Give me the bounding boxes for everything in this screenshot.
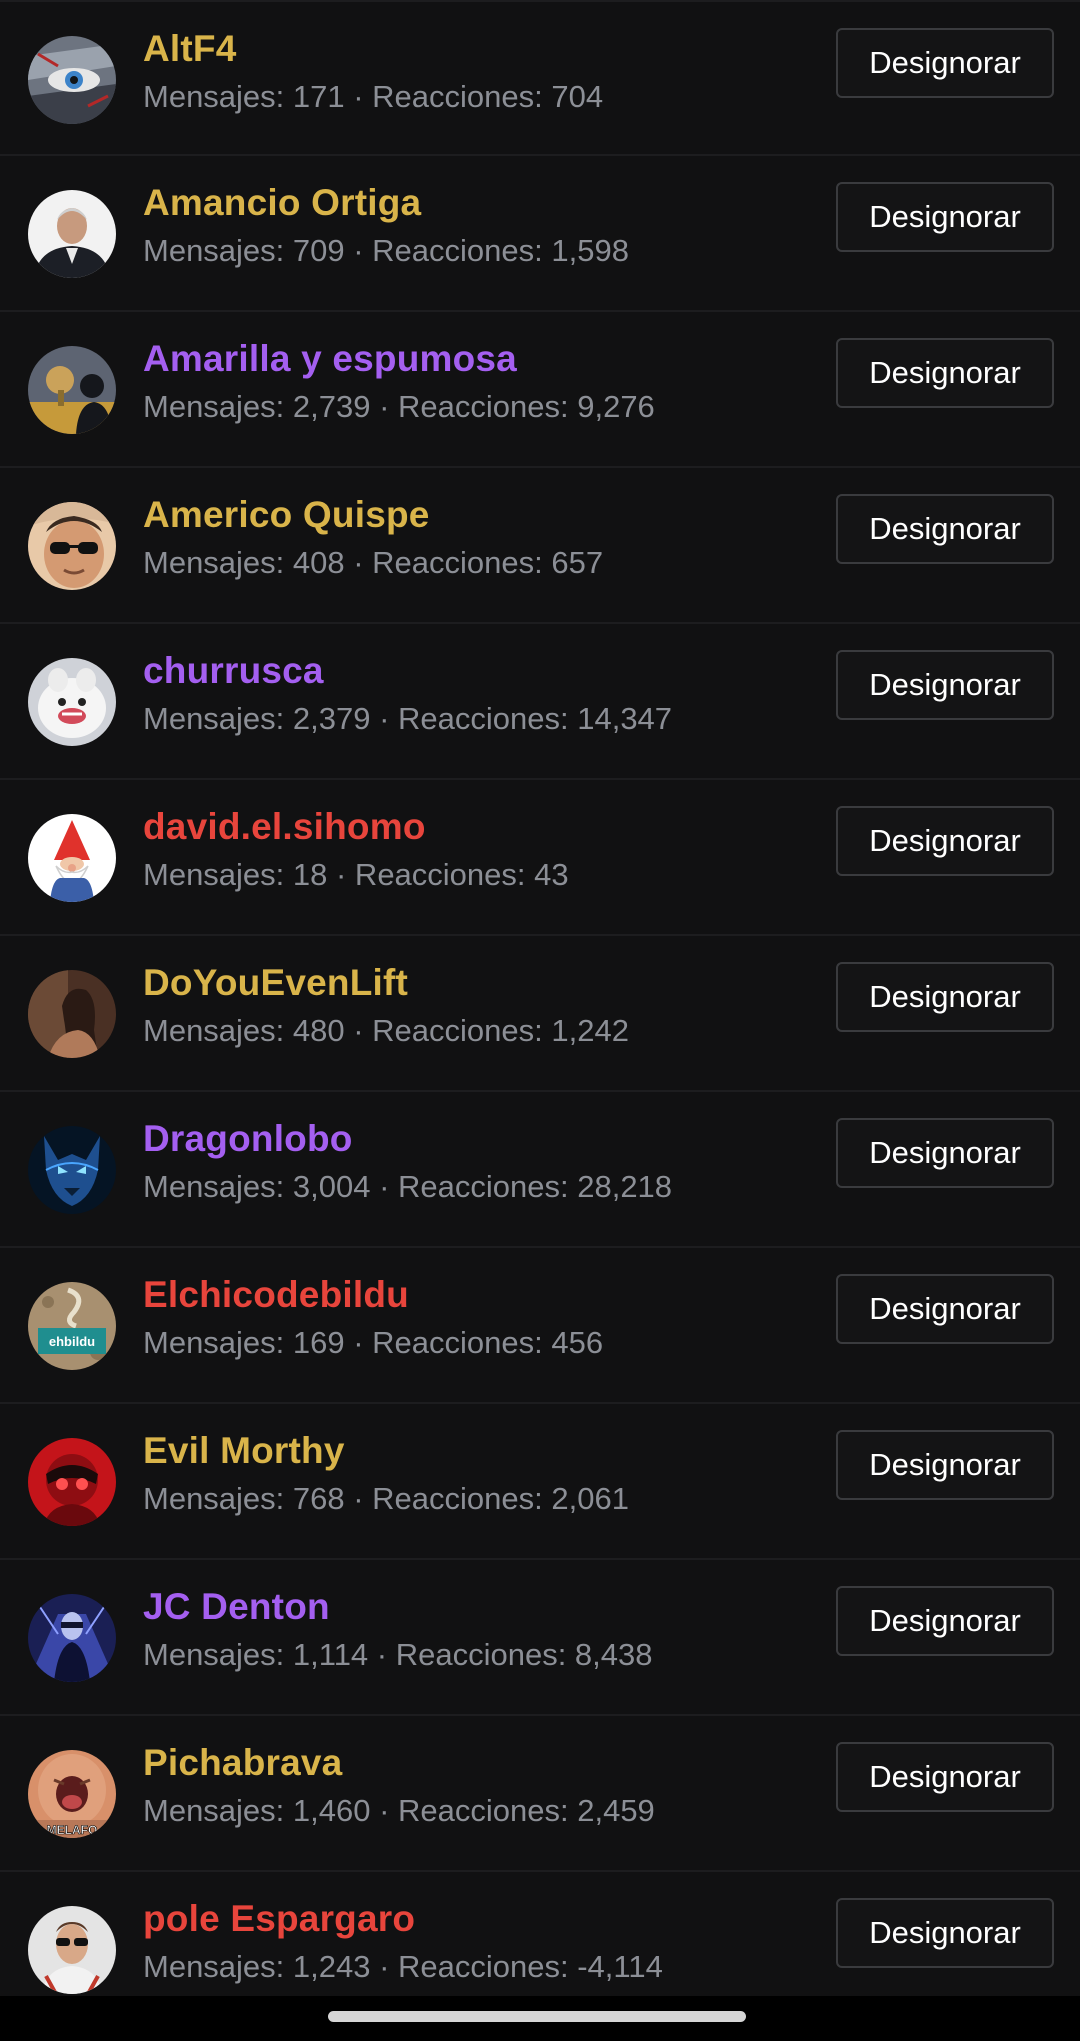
username[interactable]: david.el.sihomo: [143, 806, 426, 848]
user-stats: Mensajes: 169 · Reacciones: 456: [143, 1325, 604, 1360]
avatar[interactable]: [28, 36, 116, 124]
unignore-button[interactable]: Designorar: [836, 28, 1054, 98]
white-dog-icon: [28, 658, 116, 746]
avatar[interactable]: [28, 346, 116, 434]
username[interactable]: AltF4: [143, 28, 237, 70]
username[interactable]: JC Denton: [143, 1586, 330, 1628]
username[interactable]: Dragonlobo: [143, 1118, 353, 1160]
gnome-icon: [28, 814, 116, 902]
username[interactable]: Elchicodebildu: [143, 1274, 409, 1316]
cyber-figure-icon: [28, 1594, 116, 1682]
user-stats: Mensajes: 1,460 · Reacciones: 2,459: [143, 1793, 655, 1828]
shouting-face-icon: MELAFO: [28, 1750, 116, 1838]
avatar[interactable]: [28, 970, 116, 1058]
home-indicator[interactable]: [328, 2011, 746, 2022]
blue-wolf-icon: [28, 1126, 116, 1214]
username[interactable]: Amarilla y espumosa: [143, 338, 517, 380]
avatar[interactable]: [28, 1594, 116, 1682]
unignore-button[interactable]: Designorar: [836, 1274, 1054, 1344]
avatar[interactable]: [28, 814, 116, 902]
username[interactable]: Pichabrava: [143, 1742, 342, 1784]
avatar[interactable]: [28, 1126, 116, 1214]
list-item: Americo Quispe Mensajes: 408 · Reaccione…: [0, 468, 1080, 624]
unignore-button[interactable]: Designorar: [836, 182, 1054, 252]
avatar[interactable]: [28, 1906, 116, 1994]
avatar[interactable]: [28, 1438, 116, 1526]
unignore-button[interactable]: Designorar: [836, 650, 1054, 720]
ehbildu-logo-icon: ehbildu: [28, 1282, 116, 1370]
username[interactable]: Amancio Ortiga: [143, 182, 421, 224]
list-item: Dragonlobo Mensajes: 3,004 · Reacciones:…: [0, 1092, 1080, 1248]
list-item: david.el.sihomo Mensajes: 18 · Reaccione…: [0, 780, 1080, 936]
user-stats: Mensajes: 18 · Reacciones: 43: [143, 857, 569, 892]
user-stats: Mensajes: 709 · Reacciones: 1,598: [143, 233, 629, 268]
man-in-suit-icon: [28, 190, 116, 278]
man-sunglasses-icon: [28, 1906, 116, 1994]
username[interactable]: pole Espargaro: [143, 1898, 415, 1940]
unignore-button[interactable]: Designorar: [836, 1586, 1054, 1656]
list-item: Amancio Ortiga Mensajes: 709 · Reaccione…: [0, 156, 1080, 312]
avatar[interactable]: [28, 190, 116, 278]
unignore-button[interactable]: Designorar: [836, 1742, 1054, 1812]
user-stats: Mensajes: 480 · Reacciones: 1,242: [143, 1013, 629, 1048]
avatar[interactable]: MELAFO: [28, 1750, 116, 1838]
user-stats: Mensajes: 1,114 · Reacciones: 8,438: [143, 1637, 653, 1672]
unignore-button[interactable]: Designorar: [836, 338, 1054, 408]
user-stats: Mensajes: 768 · Reacciones: 2,061: [143, 1481, 629, 1516]
avatar[interactable]: [28, 658, 116, 746]
face-sunglasses-icon: [28, 502, 116, 590]
username[interactable]: DoYouEvenLift: [143, 962, 408, 1004]
list-item: Amarilla y espumosa Mensajes: 2,739 · Re…: [0, 312, 1080, 468]
list-item: Evil Morthy Mensajes: 768 · Reacciones: …: [0, 1404, 1080, 1560]
user-stats: Mensajes: 2,379 · Reacciones: 14,347: [143, 701, 673, 736]
unignore-button[interactable]: Designorar: [836, 1430, 1054, 1500]
user-stats: Mensajes: 408 · Reacciones: 657: [143, 545, 604, 580]
red-character-icon: [28, 1438, 116, 1526]
unignore-button[interactable]: Designorar: [836, 806, 1054, 876]
portrait-icon: [28, 970, 116, 1058]
username[interactable]: Evil Morthy: [143, 1430, 345, 1472]
avatar-caption: MELAFO: [47, 1823, 98, 1837]
list-item: JC Denton Mensajes: 1,114 · Reacciones: …: [0, 1560, 1080, 1716]
username[interactable]: churrusca: [143, 650, 324, 692]
list-item: churrusca Mensajes: 2,379 · Reacciones: …: [0, 624, 1080, 780]
unignore-button[interactable]: Designorar: [836, 1118, 1054, 1188]
user-stats: Mensajes: 171 · Reacciones: 704: [143, 79, 604, 114]
list-item: ehbildu Elchicodebildu Mensajes: 169 · R…: [0, 1248, 1080, 1404]
list-item: DoYouEvenLift Mensajes: 480 · Reacciones…: [0, 936, 1080, 1092]
user-stats: Mensajes: 1,243 · Reacciones: -4,114: [143, 1949, 663, 1984]
unignore-button[interactable]: Designorar: [836, 494, 1054, 564]
eye-portrait-icon: [28, 36, 116, 124]
logo-text: ehbildu: [49, 1334, 95, 1349]
silhouette-scene-icon: [28, 346, 116, 434]
unignore-button[interactable]: Designorar: [836, 1898, 1054, 1968]
username[interactable]: Americo Quispe: [143, 494, 430, 536]
user-stats: Mensajes: 2,739 · Reacciones: 9,276: [143, 389, 655, 424]
ignored-users-list: AltF4 Mensajes: 171 · Reacciones: 704 De…: [0, 0, 1080, 2028]
user-stats: Mensajes: 3,004 · Reacciones: 28,218: [143, 1169, 673, 1204]
list-item: AltF4 Mensajes: 171 · Reacciones: 704 De…: [0, 0, 1080, 156]
list-item: MELAFO Pichabrava Mensajes: 1,460 · Reac…: [0, 1716, 1080, 1872]
avatar[interactable]: ehbildu: [28, 1282, 116, 1370]
unignore-button[interactable]: Designorar: [836, 962, 1054, 1032]
avatar[interactable]: [28, 502, 116, 590]
